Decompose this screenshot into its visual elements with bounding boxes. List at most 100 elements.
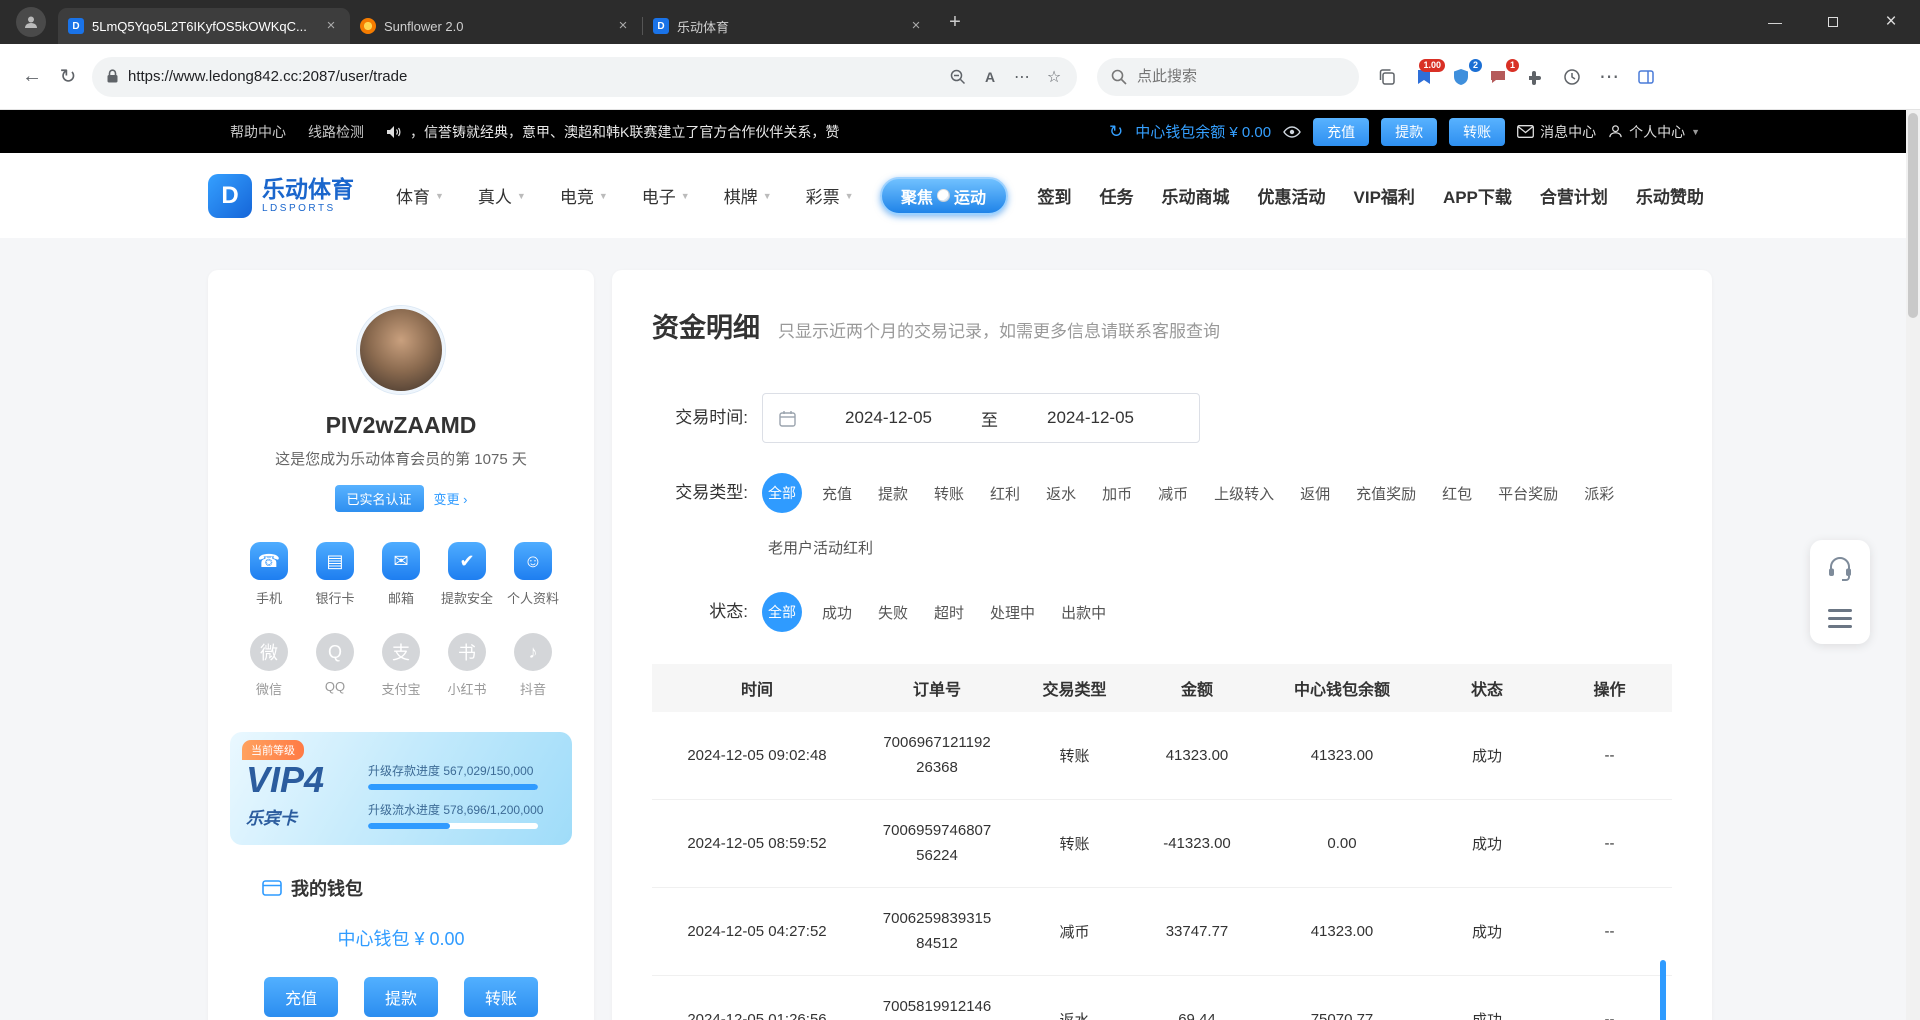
browser-tab-3[interactable]: D 乐动体育 × bbox=[643, 8, 935, 44]
topbar-withdraw-button[interactable]: 提款 bbox=[1381, 118, 1437, 146]
change-link[interactable]: 变更 › bbox=[434, 489, 468, 508]
site-logo[interactable]: D 乐动体育 LDSPORTS bbox=[208, 174, 354, 218]
topbar-transfer-button[interactable]: 转账 bbox=[1449, 118, 1505, 146]
nav-item-lottery[interactable]: 彩票▼ bbox=[806, 183, 854, 208]
transfer-button[interactable]: 转账 bbox=[464, 977, 538, 1017]
social-qq[interactable]: Q QQ bbox=[304, 633, 366, 698]
nav-link-promos[interactable]: 优惠活动 bbox=[1258, 183, 1326, 208]
nav-item-esports[interactable]: 电竞▼ bbox=[560, 183, 608, 208]
nav-link-mall[interactable]: 乐动商城 bbox=[1162, 183, 1230, 208]
extensions-puzzle-icon[interactable] bbox=[1517, 59, 1553, 95]
settings-ellipsis-icon[interactable]: ⋯ bbox=[1591, 59, 1627, 95]
browser-profile-button[interactable] bbox=[16, 7, 46, 37]
line-check-link[interactable]: 线路检测 bbox=[308, 122, 364, 142]
status-chip-success[interactable]: 成功 bbox=[816, 598, 858, 627]
nav-link-app[interactable]: APP下载 bbox=[1443, 183, 1512, 208]
minimize-button[interactable]: — bbox=[1746, 0, 1804, 44]
social-xiaohongshu[interactable]: 书 小红书 bbox=[436, 633, 498, 698]
new-tab-button[interactable]: + bbox=[941, 9, 969, 37]
nav-link-sponsor[interactable]: 乐动赞助 bbox=[1636, 183, 1704, 208]
social-douyin[interactable]: ♪ 抖音 bbox=[502, 633, 564, 698]
back-icon[interactable]: ← bbox=[14, 59, 50, 95]
favorite-star-icon[interactable]: ☆ bbox=[1039, 62, 1069, 92]
search-input[interactable] bbox=[1137, 68, 1317, 85]
status-chip-paying[interactable]: 出款中 bbox=[1055, 598, 1112, 627]
date-range-picker[interactable]: 2024-12-05 至 2024-12-05 bbox=[762, 393, 1200, 443]
topbar-deposit-button[interactable]: 充值 bbox=[1313, 118, 1369, 146]
nav-item-slots[interactable]: 电子▼ bbox=[642, 183, 690, 208]
help-center-link[interactable]: 帮助中心 bbox=[230, 122, 286, 142]
type-chip-old-user-bonus[interactable]: 老用户活动红利 bbox=[762, 533, 879, 562]
tab-close-icon[interactable]: × bbox=[322, 17, 340, 35]
nav-link-partner[interactable]: 合营计划 bbox=[1540, 183, 1608, 208]
type-chip-all[interactable]: 全部 bbox=[762, 473, 802, 513]
chat-extension-icon[interactable]: 1 bbox=[1480, 59, 1516, 95]
cell-status: 成功 bbox=[1427, 745, 1547, 766]
type-chip-withdraw[interactable]: 提款 bbox=[872, 479, 914, 508]
collections-icon[interactable] bbox=[1369, 59, 1405, 95]
refresh-icon[interactable]: ↻ bbox=[50, 59, 86, 95]
nav-item-cards[interactable]: 棋牌▼ bbox=[724, 183, 772, 208]
tab-close-icon[interactable]: × bbox=[907, 17, 925, 35]
date-from-value[interactable]: 2024-12-05 bbox=[796, 408, 981, 428]
social-alipay[interactable]: 支 支付宝 bbox=[370, 633, 432, 698]
table-scrollbar-thumb[interactable] bbox=[1660, 960, 1666, 1020]
type-chip-payout[interactable]: 派彩 bbox=[1578, 479, 1620, 508]
zoom-out-icon[interactable] bbox=[943, 62, 973, 92]
feature-phone[interactable]: ☎ 手机 bbox=[238, 542, 300, 607]
deposit-button[interactable]: 充值 bbox=[264, 977, 338, 1017]
nav-link-vip[interactable]: VIP福利 bbox=[1354, 183, 1415, 208]
browser-tab-2[interactable]: Sunflower 2.0 × bbox=[350, 8, 642, 44]
maximize-icon bbox=[1828, 17, 1838, 27]
read-aloud-icon[interactable]: A bbox=[975, 62, 1005, 92]
type-chip-deposit-reward[interactable]: 充值奖励 bbox=[1350, 479, 1422, 508]
toolbar-search-box[interactable] bbox=[1097, 58, 1359, 96]
wallet-refresh-icon[interactable]: ↻ bbox=[1109, 122, 1123, 142]
page-scrollbar-thumb[interactable] bbox=[1908, 113, 1918, 318]
type-chip-platform-reward[interactable]: 平台奖励 bbox=[1492, 479, 1564, 508]
feature-profile[interactable]: ☺ 个人资料 bbox=[502, 542, 564, 607]
transaction-type-filters: 全部 充值 提款 转账 红利 返水 加币 减币 上级转入 返佣 充值奖励 红包 … bbox=[762, 473, 1667, 562]
type-chip-deposit[interactable]: 充值 bbox=[816, 479, 858, 508]
menu-button[interactable] bbox=[1828, 609, 1852, 628]
type-chip-red-packet[interactable]: 红包 bbox=[1436, 479, 1478, 508]
personal-center-link[interactable]: 个人中心 ▼ bbox=[1608, 122, 1700, 142]
browser-tab-1[interactable]: D 5LmQ5Yqo5L2T6IKyfOS5kOWKqC... × bbox=[58, 8, 350, 44]
nav-link-tasks[interactable]: 任务 bbox=[1100, 183, 1134, 208]
customer-service-button[interactable] bbox=[1827, 556, 1853, 581]
message-center-link[interactable]: 消息中心 bbox=[1517, 122, 1596, 142]
tab-close-icon[interactable]: × bbox=[614, 17, 632, 35]
type-chip-transfer[interactable]: 转账 bbox=[928, 479, 970, 508]
status-chip-failed[interactable]: 失败 bbox=[872, 598, 914, 627]
social-wechat[interactable]: 微 微信 bbox=[238, 633, 300, 698]
eye-icon[interactable] bbox=[1283, 126, 1301, 138]
type-chip-deduct-coin[interactable]: 减币 bbox=[1152, 479, 1194, 508]
type-chip-rebate[interactable]: 返水 bbox=[1040, 479, 1082, 508]
nav-link-signin[interactable]: 签到 bbox=[1038, 183, 1072, 208]
more-tools-icon[interactable]: ⋯ bbox=[1007, 62, 1037, 92]
feature-withdraw-safety[interactable]: ✔ 提款安全 bbox=[436, 542, 498, 607]
wallet-extension-icon[interactable]: 1.00 bbox=[1406, 59, 1442, 95]
feature-bank-card[interactable]: ▤ 银行卡 bbox=[304, 542, 366, 607]
type-chip-add-coin[interactable]: 加币 bbox=[1096, 479, 1138, 508]
copilot-sidebar-icon[interactable] bbox=[1628, 59, 1664, 95]
withdraw-button[interactable]: 提款 bbox=[364, 977, 438, 1017]
page-scrollbar[interactable] bbox=[1906, 110, 1920, 1020]
central-wallet-balance: 中心钱包余额 ¥ 0.00 bbox=[1135, 121, 1271, 142]
status-chip-all[interactable]: 全部 bbox=[762, 592, 802, 632]
maximize-button[interactable] bbox=[1804, 0, 1862, 44]
type-chip-commission[interactable]: 返佣 bbox=[1294, 479, 1336, 508]
nav-item-live[interactable]: 真人▼ bbox=[478, 183, 526, 208]
type-chip-bonus[interactable]: 红利 bbox=[984, 479, 1026, 508]
status-chip-timeout[interactable]: 超时 bbox=[928, 598, 970, 627]
feature-email[interactable]: ✉ 邮箱 bbox=[370, 542, 432, 607]
date-to-value[interactable]: 2024-12-05 bbox=[998, 408, 1183, 428]
type-chip-upline-transfer[interactable]: 上级转入 bbox=[1208, 479, 1280, 508]
nav-item-sports[interactable]: 体育▼ bbox=[396, 183, 444, 208]
shield-extension-icon[interactable]: 2 bbox=[1443, 59, 1479, 95]
history-icon[interactable] bbox=[1554, 59, 1590, 95]
status-chip-processing[interactable]: 处理中 bbox=[984, 598, 1041, 627]
focus-sports-badge[interactable]: 聚焦 运动 bbox=[880, 177, 1008, 215]
address-bar[interactable]: https://www.ledong842.cc:2087/user/trade… bbox=[92, 57, 1077, 97]
close-button[interactable]: × bbox=[1862, 0, 1920, 44]
